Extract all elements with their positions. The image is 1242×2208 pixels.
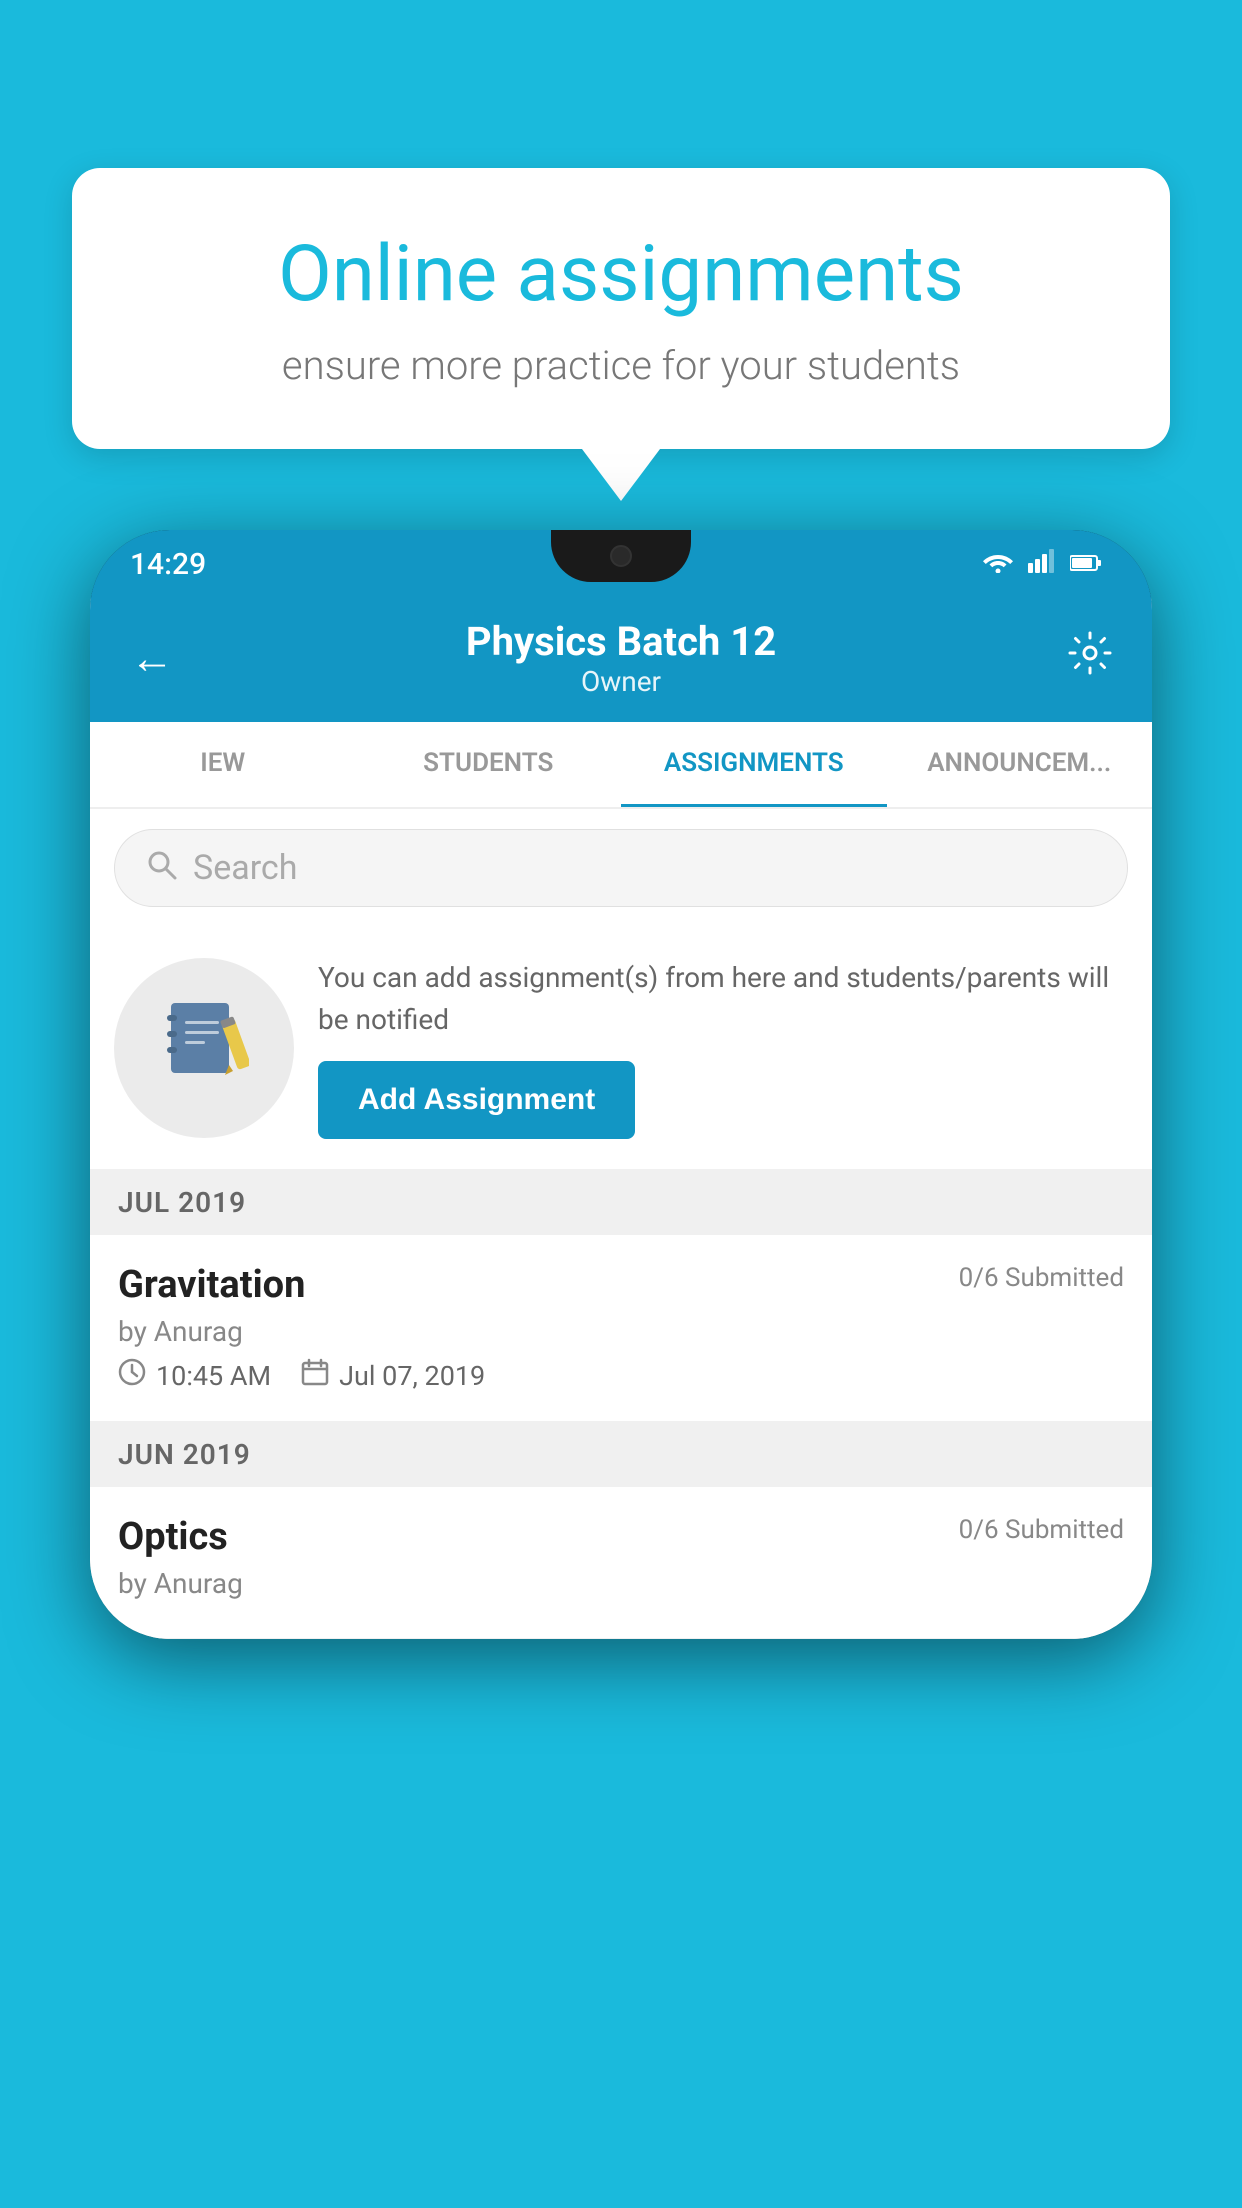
front-camera	[610, 545, 632, 567]
assignment-time-text-gravitation: 10:45 AM	[156, 1360, 271, 1392]
promo-description: You can add assignment(s) from here and …	[318, 957, 1122, 1041]
phone-notch	[551, 530, 691, 582]
wifi-icon	[982, 549, 1014, 580]
assignment-time-gravitation: 10:45 AM	[118, 1358, 271, 1393]
search-bar[interactable]: Search	[114, 829, 1128, 907]
assignment-by-gravitation: by Anurag	[118, 1315, 1124, 1348]
status-time: 14:29	[130, 547, 206, 582]
signal-icon	[1028, 549, 1056, 580]
assignment-date-text-gravitation: Jul 07, 2019	[339, 1360, 485, 1392]
battery-icon	[1070, 549, 1102, 579]
speech-bubble-subtitle: ensure more practice for your students	[142, 342, 1100, 389]
assignment-item-optics[interactable]: Optics 0/6 Submitted by Anurag	[90, 1487, 1152, 1639]
promo-section: You can add assignment(s) from here and …	[90, 927, 1152, 1170]
search-container: Search	[90, 809, 1152, 927]
notebook-icon	[159, 993, 249, 1103]
assignment-top-row: Gravitation 0/6 Submitted	[118, 1263, 1124, 1307]
app-header: ← Physics Batch 12 Owner	[90, 598, 1152, 722]
assignment-icon-circle	[114, 958, 294, 1138]
search-placeholder-text: Search	[193, 848, 297, 888]
status-icons	[982, 549, 1102, 580]
add-assignment-button[interactable]: Add Assignment	[318, 1061, 635, 1139]
app-screen: ← Physics Batch 12 Owner IEW STUDENTS AS…	[90, 598, 1152, 1639]
assignment-item-gravitation[interactable]: Gravitation 0/6 Submitted by Anurag	[90, 1235, 1152, 1422]
speech-bubble-title: Online assignments	[142, 228, 1100, 322]
batch-owner-label: Owner	[174, 665, 1068, 698]
phone-container: 14:29	[90, 530, 1152, 2208]
status-bar: 14:29	[90, 530, 1152, 598]
tabs-bar: IEW STUDENTS ASSIGNMENTS ANNOUNCEM...	[90, 722, 1152, 809]
back-button[interactable]: ←	[130, 632, 174, 684]
assignment-submitted-count-optics: 0/6 Submitted	[959, 1515, 1124, 1545]
assignment-top-row-optics: Optics 0/6 Submitted	[118, 1515, 1124, 1559]
batch-title: Physics Batch 12	[174, 618, 1068, 665]
assignment-date-gravitation: Jul 07, 2019	[301, 1358, 485, 1393]
assignment-by-optics: by Anurag	[118, 1567, 1124, 1600]
month-header-jul: JUL 2019	[90, 1170, 1152, 1235]
assignment-title-gravitation: Gravitation	[118, 1263, 305, 1307]
settings-icon[interactable]	[1068, 631, 1112, 686]
assignment-title-optics: Optics	[118, 1515, 228, 1559]
assignment-submitted-count-gravitation: 0/6 Submitted	[959, 1263, 1124, 1293]
assignment-meta-gravitation: 10:45 AM Jul 07, 2019	[118, 1358, 1124, 1393]
header-center: Physics Batch 12 Owner	[174, 618, 1068, 698]
promo-content: You can add assignment(s) from here and …	[318, 957, 1122, 1139]
phone-frame: 14:29	[90, 530, 1152, 1639]
speech-bubble-card: Online assignments ensure more practice …	[72, 168, 1170, 449]
clock-icon	[118, 1358, 146, 1393]
month-header-jun: JUN 2019	[90, 1422, 1152, 1487]
tab-students[interactable]: STUDENTS	[356, 722, 622, 807]
tab-overview[interactable]: IEW	[90, 722, 356, 807]
tab-assignments[interactable]: ASSIGNMENTS	[621, 722, 887, 807]
search-icon	[145, 848, 177, 888]
calendar-icon	[301, 1358, 329, 1393]
tab-announcements[interactable]: ANNOUNCEM...	[887, 722, 1153, 807]
